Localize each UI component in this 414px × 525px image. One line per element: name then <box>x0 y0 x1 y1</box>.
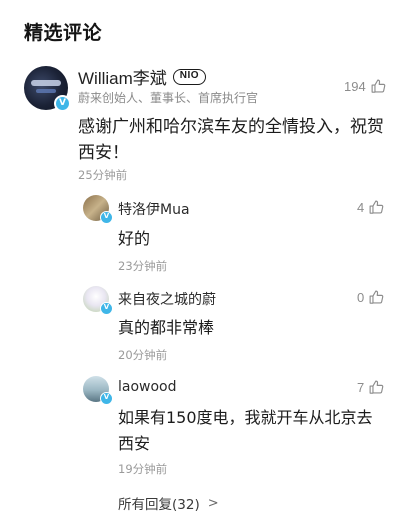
reply-text: 如果有150度电，我就开车从北京去西安 <box>118 408 373 453</box>
thumbs-up-icon <box>369 290 384 304</box>
like-button[interactable]: 194 <box>344 78 387 95</box>
verified-icon: V <box>54 95 71 112</box>
reply-author[interactable]: laowood <box>118 379 177 395</box>
all-replies-label: 所有回复(32) <box>118 497 200 513</box>
verified-icon: V <box>100 392 113 405</box>
like-button[interactable]: 4 <box>357 199 385 216</box>
like-count: 194 <box>344 79 366 94</box>
reply-time: 23分钟前 <box>118 259 168 273</box>
thumbs-up-icon <box>371 79 386 93</box>
comment-time: 25分钟前 <box>78 168 128 182</box>
reply-text: 好的 <box>118 229 151 248</box>
all-replies-link[interactable]: 所有回复(32) > <box>118 493 219 514</box>
reply-text: 真的都非常棒 <box>118 318 215 337</box>
thumbs-up-icon <box>369 380 384 394</box>
verified-icon: V <box>100 302 113 315</box>
like-count: 7 <box>357 380 365 395</box>
author-avatar[interactable]: V <box>24 66 71 112</box>
like-button[interactable]: 7 <box>357 379 385 396</box>
nio-badge: NIO <box>172 68 207 85</box>
author-subtitle: 蔚来创始人、董事长、首席执行官 <box>78 91 259 105</box>
comment-text: 感谢广州和哈尔滨车友的全情投入，祝贺西安！ <box>78 117 384 163</box>
author-name[interactable]: William李斌 <box>78 64 167 89</box>
thumbs-up-icon <box>369 200 384 214</box>
like-count: 4 <box>357 200 365 215</box>
reply-author[interactable]: 来自夜之城的蔚 <box>118 289 216 309</box>
section-title: 精选评论 <box>24 22 103 44</box>
avatar-logo <box>31 80 61 86</box>
reply-avatar[interactable]: V <box>83 195 113 224</box>
avatar-logo-accent <box>36 89 56 93</box>
reply-avatar[interactable]: V <box>83 286 113 315</box>
reply-time: 19分钟前 <box>118 462 168 476</box>
reply-avatar[interactable]: V <box>83 376 113 405</box>
like-button[interactable]: 0 <box>357 289 385 306</box>
like-count: 0 <box>357 290 365 305</box>
chevron-right-icon: > <box>207 495 219 511</box>
author-row: William李斌 NIO <box>78 64 207 89</box>
verified-icon: V <box>100 211 113 224</box>
reply-time: 20分钟前 <box>118 348 168 362</box>
reply-author[interactable]: 特洛伊Mua <box>118 199 190 219</box>
